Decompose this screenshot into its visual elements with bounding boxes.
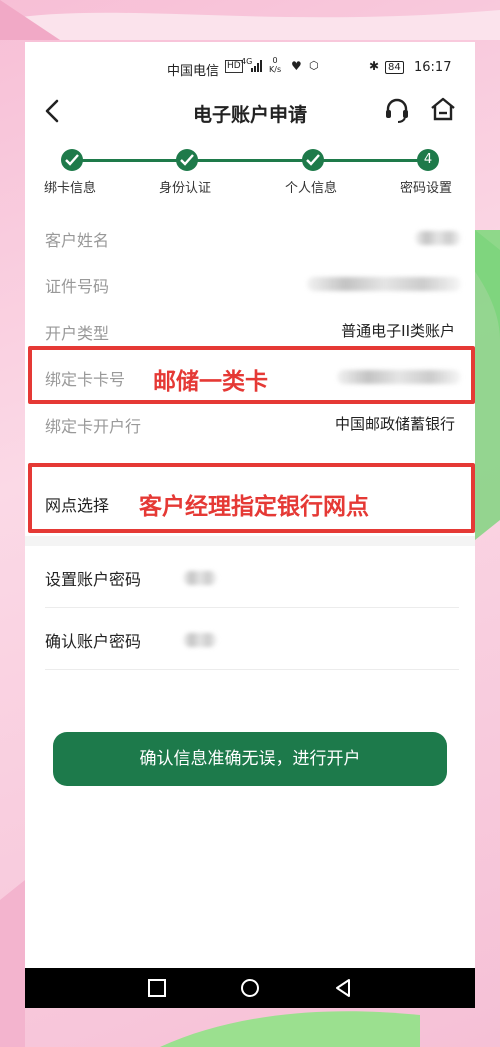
speed-unit: K/s <box>269 65 282 74</box>
shield-icon: ⬡ <box>309 59 319 72</box>
stepper-track <box>72 159 428 162</box>
step-4-number: 4 <box>417 149 439 171</box>
step-3-check-icon <box>302 149 324 171</box>
branch-annotation-text: 客户经理指定银行网点 <box>139 494 369 520</box>
network-speed: 0 K/s <box>269 56 281 74</box>
step-4-label: 密码设置 <box>400 181 453 196</box>
phone-screen: 中国电信 HD 4G 0 K/s ♥ ⬡ ✱ 84 16:17 电子账户申请 4… <box>25 42 475 1008</box>
bluetooth-icon: ✱ <box>369 59 380 73</box>
customer-service-headset-icon[interactable] <box>383 96 411 124</box>
row-divider <box>45 669 459 670</box>
bound-bank-row: 绑定卡开户行 中国邮政储蓄银行 <box>25 400 475 448</box>
step-1-check-icon <box>61 149 83 171</box>
section-gap <box>25 536 475 546</box>
card-annotation-text: 邮储一类卡 <box>153 369 268 395</box>
id-number-label: 证件号码 <box>45 277 110 296</box>
step-2-label: 身份认证 <box>159 181 212 196</box>
account-type-label: 开户类型 <box>45 324 110 343</box>
customer-name-row: 客户姓名 <box>25 214 475 262</box>
home-circle-icon[interactable] <box>240 978 260 998</box>
set-password-masked <box>183 571 217 585</box>
id-number-redacted <box>307 277 461 291</box>
step-3-label: 个人信息 <box>285 181 338 196</box>
health-icon: ♥ <box>291 59 302 73</box>
system-nav-bar <box>25 968 475 1008</box>
confirm-password-row[interactable]: 确认账户密码 <box>25 608 475 670</box>
account-type-value: 普通电子II类账户 <box>341 322 455 340</box>
app-header: 电子账户申请 <box>25 90 475 134</box>
battery-icon: 84 <box>385 61 404 74</box>
confirm-open-account-button[interactable]: 确认信息准确无误，进行开户 <box>53 732 447 786</box>
recent-apps-square-icon[interactable] <box>147 978 167 998</box>
speed-value: 0 <box>272 56 278 65</box>
bound-bank-label: 绑定卡开户行 <box>45 417 142 436</box>
progress-stepper: 4 绑卡信息 身份认证 个人信息 密码设置 <box>25 142 475 202</box>
home-icon[interactable] <box>429 95 457 123</box>
signal-icon <box>251 60 262 72</box>
set-password-label: 设置账户密码 <box>45 570 142 589</box>
back-triangle-icon[interactable] <box>333 978 353 998</box>
carrier-label: 中国电信 <box>167 64 220 79</box>
confirm-password-label: 确认账户密码 <box>45 632 142 651</box>
confirm-password-masked <box>183 633 217 647</box>
step-1-label: 绑卡信息 <box>44 181 97 196</box>
set-password-row[interactable]: 设置账户密码 <box>25 546 475 608</box>
clock: 16:17 <box>414 60 452 75</box>
id-number-row: 证件号码 <box>25 260 475 308</box>
status-bar: 中国电信 HD 4G 0 K/s ♥ ⬡ ✱ 84 16:17 <box>25 56 475 80</box>
customer-name-redacted <box>415 231 461 245</box>
step-2-check-icon <box>176 149 198 171</box>
bound-bank-value: 中国邮政储蓄银行 <box>334 415 455 433</box>
customer-name-label: 客户姓名 <box>45 231 110 250</box>
